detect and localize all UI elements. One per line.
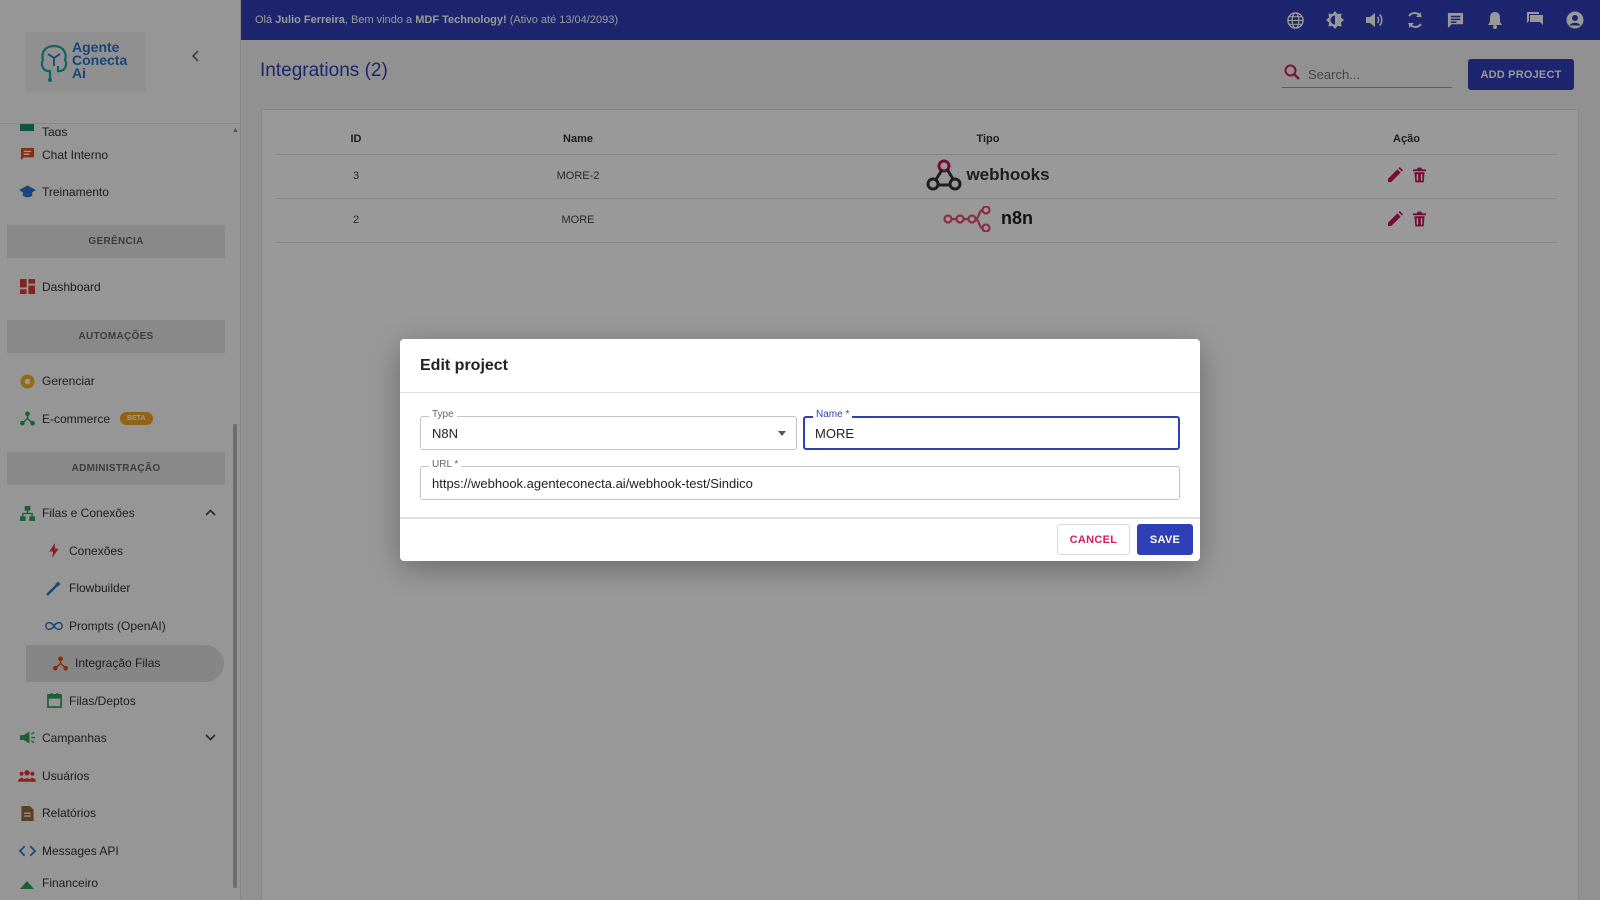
dropdown-arrow-icon: [778, 431, 786, 436]
save-button[interactable]: SAVE: [1137, 524, 1193, 555]
type-select[interactable]: Type N8N: [420, 409, 797, 450]
divider: [400, 392, 1200, 393]
name-value[interactable]: MORE: [815, 426, 854, 441]
url-field[interactable]: URL * https://webhook.agenteconecta.ai/w…: [420, 459, 1180, 500]
type-value: N8N: [432, 425, 459, 441]
dialog-title: Edit project: [420, 357, 509, 374]
cancel-button[interactable]: CANCEL: [1057, 524, 1130, 555]
name-label: Name *: [813, 409, 853, 421]
edit-project-dialog: Edit project Type N8N Name * MORE URL * …: [400, 339, 1200, 561]
type-label: Type: [429, 409, 457, 421]
name-field[interactable]: Name * MORE: [803, 409, 1180, 450]
url-label: URL *: [429, 459, 462, 471]
divider: [400, 517, 1200, 519]
url-value[interactable]: https://webhook.agenteconecta.ai/webhook…: [432, 476, 753, 491]
